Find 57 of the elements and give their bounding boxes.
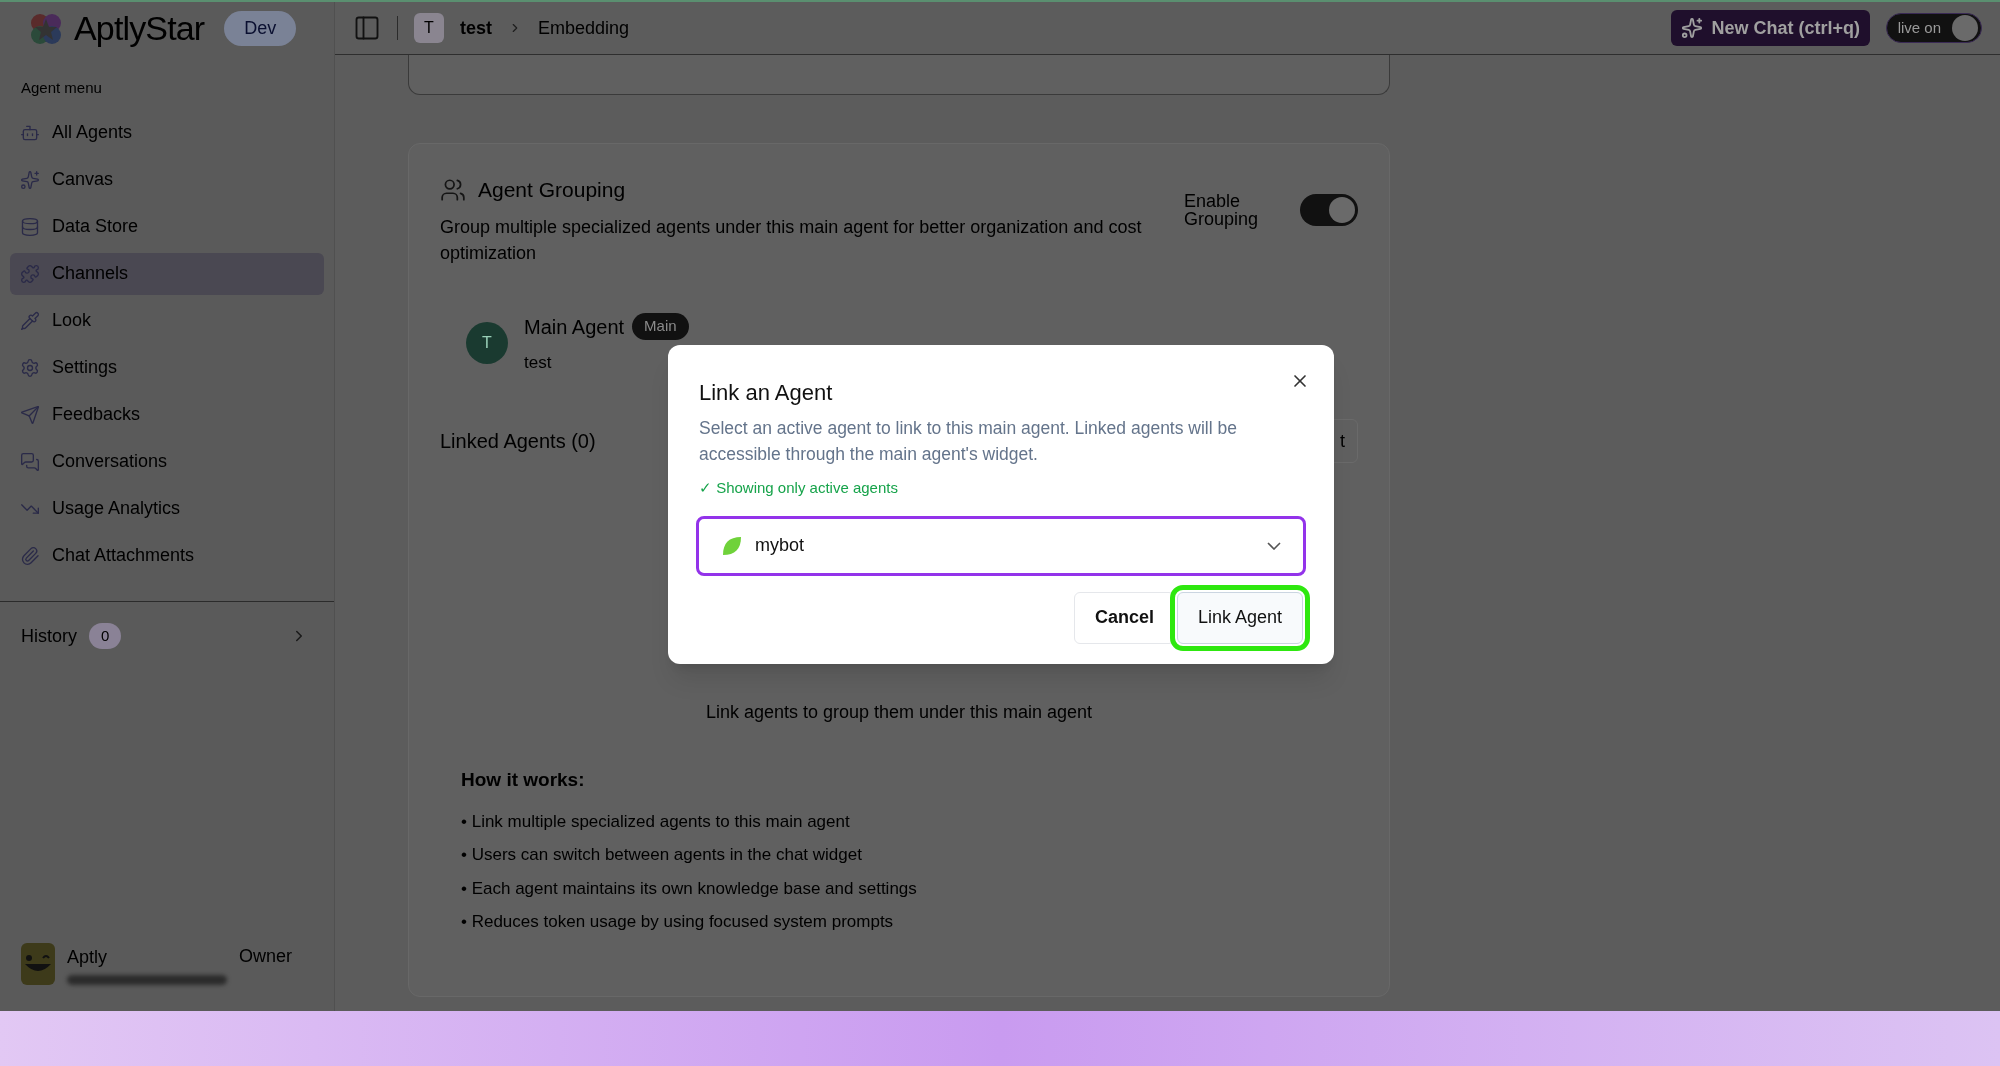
sidebar-item[interactable]: Channels [10, 252, 324, 295]
breadcrumb-link[interactable]: Embedding [538, 14, 630, 42]
sidebar-item[interactable]: Data Store [10, 205, 324, 248]
breadcrumb-link[interactable]: test [460, 14, 492, 42]
app-logo-text: AptlyStar [74, 8, 205, 49]
database-icon [20, 216, 40, 237]
user-role: Owner [239, 944, 292, 968]
sidebar-item[interactable]: Canvas [10, 158, 324, 201]
sidebar-item[interactable]: Chat Attachments [10, 534, 324, 577]
paperclip-icon [20, 545, 40, 566]
linked-agents-title: Linked Agents (0) [440, 429, 596, 454]
dialog-title: Link an Agent [699, 379, 834, 407]
active-agents-notice: ✓ Showing only active agents [699, 478, 899, 498]
sidebar-item[interactable]: Settings [10, 346, 324, 389]
user-profile-menu[interactable]: Aptly Owner [0, 921, 334, 1007]
winking-face-avatar [21, 943, 55, 985]
puzzle-icon [20, 263, 40, 284]
sparkles-icon [1681, 17, 1704, 39]
how-it-works-point: • Link multiple specialized agents to this main agent [461, 810, 851, 833]
new-chat-button[interactable]: New Chat (ctrl+q) [1671, 10, 1870, 46]
chevron-down-icon [1267, 541, 1281, 550]
agent-avatar: T [466, 322, 508, 365]
main-badge: Main [632, 313, 689, 340]
sidebar-item[interactable]: Look [10, 299, 324, 342]
leaf-icon [721, 534, 743, 557]
sidebar-item[interactable]: Usage Analytics [10, 487, 324, 530]
sidebar-item[interactable]: Feedbacks [10, 393, 324, 436]
chat-bubbles-icon [20, 451, 40, 472]
empty-state-text: Link agents to group them under this main agent [704, 701, 1094, 724]
history-count: 0 [89, 622, 122, 650]
sparkles-icon [20, 169, 40, 190]
paper-plane-icon [20, 404, 40, 425]
pipette-icon [20, 310, 40, 331]
history-label: History [21, 624, 77, 648]
settings-icon [20, 357, 40, 378]
environment-badge: Dev [224, 11, 297, 46]
how-it-works-point: • Users can switch between agents in the chat widget [461, 844, 863, 866]
agent-select[interactable]: mybot [696, 515, 1306, 576]
section-title: Agent Grouping [478, 177, 626, 203]
sidebar-heading: Agent menu [20, 78, 103, 98]
user-name: Aptly [67, 945, 109, 969]
sidebar-item[interactable]: All Agents [10, 111, 324, 154]
toggle-label: Enable Grouping [1184, 192, 1260, 228]
history-toggle[interactable]: History 0 [21, 622, 308, 650]
how-it-works-point: • Reduces token usage by using focused system prompts [461, 911, 895, 933]
enable-grouping-switch[interactable] [1300, 194, 1358, 226]
agent-subtitle: test [524, 351, 553, 374]
users-icon [440, 176, 466, 203]
sidebar-toggle-icon[interactable] [353, 14, 381, 42]
dialog-description: Select an active agent to link to this main agent. Linked agents will be accessible through the main agent's widget. [699, 417, 1238, 466]
how-it-works-point: • Each agent maintains its own knowledge base and settings [461, 877, 918, 900]
section-description: Group multiple specialized agents under this main agent for better organization and cost optimization [440, 215, 1143, 265]
breadcrumb-avatar: T [414, 13, 444, 43]
how-it-works-title: How it works: [461, 768, 586, 792]
live-toggle[interactable]: live on [1886, 13, 1982, 43]
agent-name: Main Agent [524, 314, 625, 340]
sidebar-item[interactable]: Conversations [10, 440, 324, 483]
